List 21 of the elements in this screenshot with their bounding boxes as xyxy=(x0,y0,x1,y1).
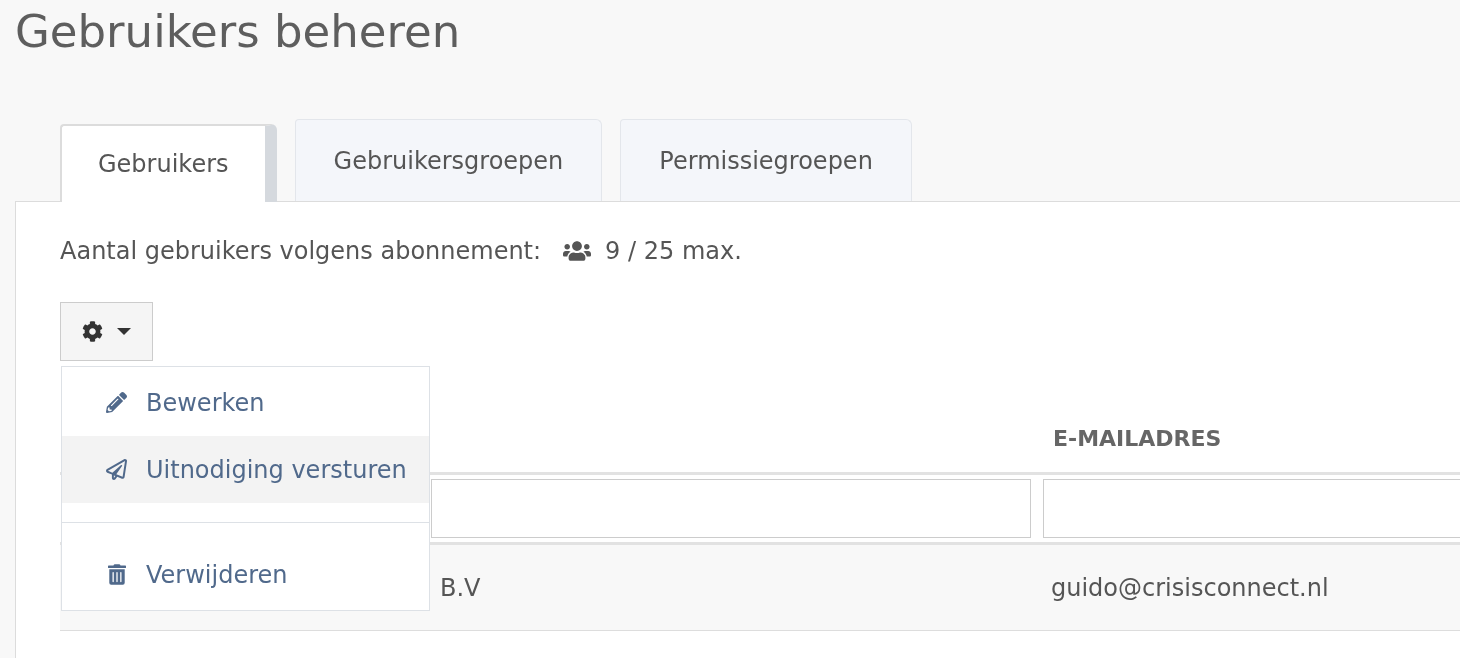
users-icon xyxy=(563,239,592,263)
tab[interactable]: Gebruikersgroepen xyxy=(294,119,603,201)
tab[interactable]: Gebruikers xyxy=(60,124,277,202)
paper-plane-icon xyxy=(106,459,127,480)
column-header: E-MAILADRES xyxy=(1053,425,1222,451)
subscription-label: Aantal gebruikers volgens abonnement: xyxy=(60,236,542,266)
gear-icon xyxy=(82,321,103,342)
filter-field[interactable] xyxy=(431,479,1031,538)
menu-item[interactable]: Verwijderen xyxy=(62,541,429,608)
table-cell: B.V xyxy=(440,573,481,602)
caret-icon xyxy=(117,328,131,335)
menu-item[interactable]: Bewerken xyxy=(62,369,429,436)
pencil-icon xyxy=(106,392,127,413)
trash-icon xyxy=(108,564,126,585)
actions-button[interactable] xyxy=(60,302,153,361)
user-count: 9 / 25 max. xyxy=(605,236,742,266)
menu-item[interactable]: Uitnodiging versturen xyxy=(62,436,429,503)
filter-field[interactable] xyxy=(1043,479,1460,538)
tab[interactable]: Permissiegroepen xyxy=(620,119,912,201)
table-cell: guido@crisisconnect.nl xyxy=(1051,573,1329,602)
page-title: Gebruikers beheren xyxy=(15,4,462,58)
